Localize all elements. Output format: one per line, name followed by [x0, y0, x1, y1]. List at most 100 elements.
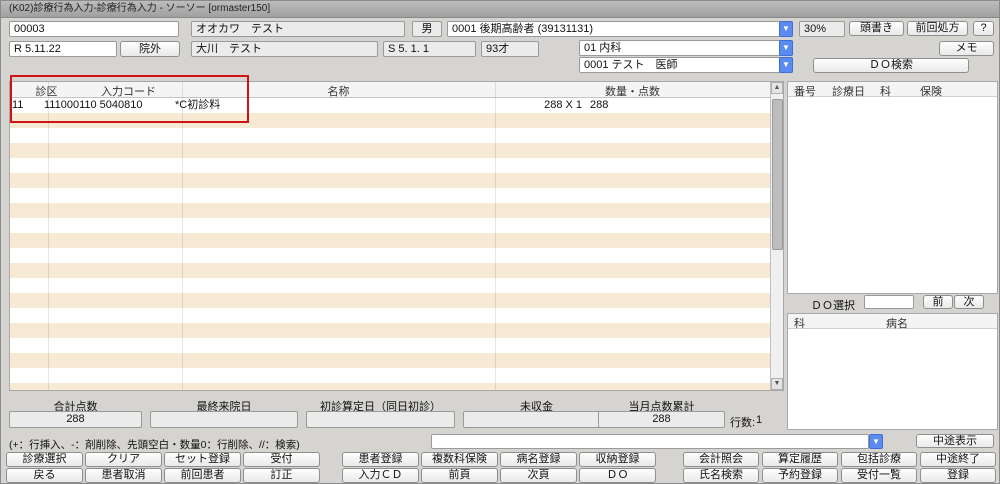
kanja-torikeshi-button[interactable]: 患者取消	[85, 468, 162, 483]
total-points-field: 288	[9, 411, 142, 428]
doctor-select[interactable]: 0001 テスト 医師	[579, 57, 793, 73]
order-row-empty[interactable]	[10, 263, 770, 278]
zenkai-kanja-button[interactable]: 前回患者	[164, 468, 241, 483]
do-select-label: ＤＯ選択	[811, 297, 855, 313]
col-dept: 科	[880, 83, 891, 99]
set-toroku-button[interactable]: セット登録	[164, 452, 241, 467]
santei-rireki-button[interactable]: 算定履歴	[762, 452, 838, 467]
order-table-body[interactable]: 11 111000110 5040810 *C初診料 288 X 1 288	[10, 98, 770, 390]
shinryo-sentaku-button[interactable]: 診療選択	[6, 452, 83, 467]
age-field: 93才	[481, 41, 539, 57]
col-treatment-date: 診療日	[832, 83, 865, 99]
quick-input-combo[interactable]	[431, 434, 869, 449]
order-row-empty[interactable]	[10, 203, 770, 218]
do-prev-button[interactable]: 前	[923, 295, 953, 309]
order-row-quantity: 288 X 1	[487, 98, 582, 113]
order-row-points: 288	[590, 98, 608, 113]
patient-kana-name: オオカワ テスト	[191, 21, 405, 37]
yoyaku-toroku-button[interactable]: 予約登録	[762, 468, 838, 483]
do-search-button[interactable]: ＤＯ検索	[813, 58, 969, 73]
order-row-empty[interactable]	[10, 353, 770, 368]
hokatsu-shinryo-button[interactable]: 包括診療	[841, 452, 917, 467]
col-input-code: 入力コード	[75, 83, 182, 99]
uketsuke-button[interactable]: 受付	[243, 452, 320, 467]
scroll-up-icon[interactable]: ▲	[771, 82, 783, 94]
patient-kanji-name: 大川 テスト	[191, 41, 378, 57]
insurance-dropdown-arrow-icon[interactable]: ▼	[779, 21, 793, 37]
order-row-empty[interactable]	[10, 278, 770, 293]
uketsuke-ichiran-button[interactable]: 受付一覧	[841, 468, 917, 483]
order-row-empty[interactable]	[10, 158, 770, 173]
order-row-empty[interactable]	[10, 308, 770, 323]
disease-panel[interactable]: 科 病名	[787, 313, 998, 430]
order-row-empty[interactable]	[10, 113, 770, 128]
order-row-empty[interactable]	[10, 188, 770, 203]
zenkai-shoho-button[interactable]: 前回処方	[907, 21, 968, 36]
department-select[interactable]: 01 内科	[579, 40, 793, 56]
unpaid-field	[463, 411, 610, 428]
col-disease-name: 病名	[886, 315, 908, 331]
visit-date-input[interactable]	[9, 41, 117, 57]
prev-page-button[interactable]: 前頁	[421, 468, 498, 483]
kaikei-shokai-button[interactable]: 会計照会	[683, 452, 759, 467]
scrollbar-thumb[interactable]	[772, 99, 783, 250]
shimei-kensaku-button[interactable]: 氏名検索	[683, 468, 759, 483]
order-row-shinku: 11	[12, 98, 23, 113]
do-history-header: 番号 診療日 科 保険	[788, 82, 997, 97]
scroll-down-icon[interactable]: ▼	[771, 378, 783, 390]
input-help-note: (+：行挿入、-：剤削除、先頭空白・数量0：行削除、//：検索)	[9, 437, 300, 452]
column-divider	[495, 82, 496, 390]
order-row-empty[interactable]	[10, 233, 770, 248]
first-visit-calc-field	[306, 411, 455, 428]
col-name: 名称	[182, 83, 495, 99]
line-count-value: 1	[756, 414, 762, 426]
col-insurance: 保険	[920, 83, 942, 99]
teisei-button[interactable]: 訂正	[243, 468, 320, 483]
order-row-empty[interactable]	[10, 128, 770, 143]
toroku-button[interactable]: 登録	[920, 468, 996, 483]
order-row-empty[interactable]	[10, 293, 770, 308]
do-next-button[interactable]: 次	[954, 295, 984, 309]
doctor-dropdown-arrow-icon[interactable]: ▼	[779, 57, 793, 73]
order-row-empty[interactable]	[10, 368, 770, 383]
back-button[interactable]: 戻る	[6, 468, 83, 483]
order-row-empty[interactable]	[10, 248, 770, 263]
order-row-empty[interactable]	[10, 173, 770, 188]
column-divider	[48, 82, 49, 390]
order-row-empty[interactable]	[10, 323, 770, 338]
order-table[interactable]: 診区 入力コード 名称 数量・点数 11 111000110 5040810 *…	[9, 81, 784, 391]
atamagaki-button[interactable]: 頭書き	[849, 21, 904, 36]
order-row-empty[interactable]	[10, 218, 770, 233]
ingai-button[interactable]: 院外	[120, 41, 180, 57]
patient-id-input[interactable]	[9, 21, 179, 37]
col-shinku: 診区	[18, 83, 75, 99]
chuto-hyoji-button[interactable]: 中途表示	[916, 434, 994, 448]
next-page-button[interactable]: 次頁	[500, 468, 577, 483]
quick-input-dropdown-arrow-icon[interactable]: ▼	[869, 434, 883, 449]
order-row-empty[interactable]	[10, 143, 770, 158]
clear-button[interactable]: クリア	[85, 452, 162, 467]
patient-sex: 男	[412, 21, 442, 37]
kanja-toroku-button[interactable]: 患者登録	[342, 452, 419, 467]
memo-button[interactable]: メモ	[939, 41, 994, 56]
order-row-empty[interactable]	[10, 338, 770, 353]
birth-date-field: S 5. 1. 1	[383, 41, 476, 57]
order-row-code: 111000110 5040810	[44, 98, 143, 113]
chuto-shuryo-button[interactable]: 中途終了	[920, 452, 996, 467]
department-dropdown-arrow-icon[interactable]: ▼	[779, 40, 793, 56]
input-cd-button[interactable]: 入力ＣＤ	[342, 468, 419, 483]
do-button[interactable]: ＤＯ	[579, 468, 656, 483]
do-select-input[interactable]	[864, 295, 914, 309]
col-disease-dept: 科	[794, 315, 805, 331]
byomei-toroku-button[interactable]: 病名登録	[500, 452, 577, 467]
fukusuka-hoken-button[interactable]: 複数科保険	[421, 452, 498, 467]
order-row-empty[interactable]	[10, 383, 770, 390]
order-table-scrollbar[interactable]: ▲ ▼	[770, 82, 783, 390]
col-number: 番号	[794, 83, 816, 99]
insurance-select[interactable]: 0001 後期高齢者 (39131131)	[447, 21, 793, 37]
do-history-panel[interactable]: 番号 診療日 科 保険	[787, 81, 998, 294]
order-row[interactable]: 11 111000110 5040810 *C初診料 288 X 1 288	[10, 98, 770, 113]
help-button[interactable]: ?	[973, 21, 994, 36]
column-divider	[182, 82, 183, 390]
shuno-toroku-button[interactable]: 収納登録	[579, 452, 656, 467]
